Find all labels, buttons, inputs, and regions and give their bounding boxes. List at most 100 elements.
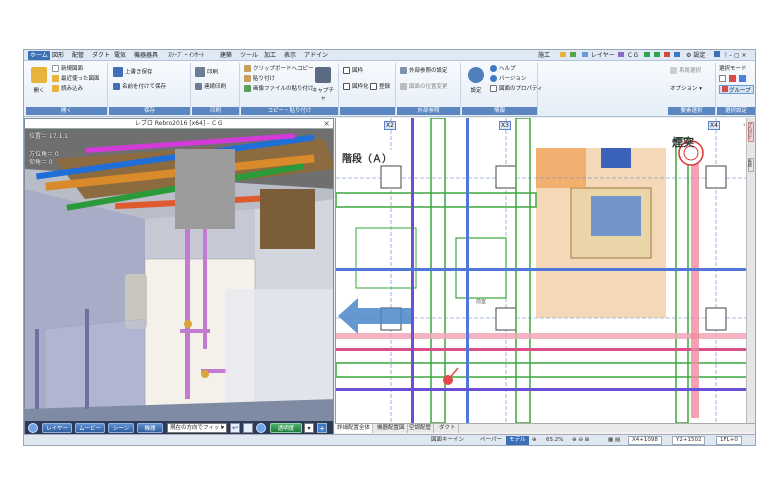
- paper-tab[interactable]: ペーパー: [480, 436, 502, 445]
- menu-architecture[interactable]: 建築: [218, 51, 234, 60]
- transparency-dropdown-icon[interactable]: ▾: [304, 423, 314, 433]
- sun-icon[interactable]: [256, 423, 266, 433]
- tab-hvac-piping[interactable]: 空調配管: [407, 424, 435, 433]
- layer-button[interactable]: レイヤー: [42, 423, 72, 433]
- viewer-menu-icon[interactable]: [28, 423, 38, 433]
- menu-home[interactable]: ホーム: [28, 51, 50, 60]
- viewer-title: レブロ Rebro2016 [x64] - ＣＧ ×: [25, 119, 333, 129]
- select-arrow-icon[interactable]: [719, 75, 726, 82]
- cg-3d-scene[interactable]: [25, 129, 334, 423]
- plan-drawing[interactable]: [336, 118, 748, 423]
- overwrite-save-button[interactable]: 上書き保存: [113, 67, 153, 77]
- settings-button[interactable]: 設定: [464, 65, 488, 101]
- batch-print-button[interactable]: 連続印刷: [195, 83, 226, 92]
- menu-piping[interactable]: 配管: [70, 51, 86, 60]
- model-tab[interactable]: モデル: [506, 436, 529, 445]
- ribbon-group-print: 印刷 連続印刷 印刷: [192, 63, 240, 115]
- version-button[interactable]: バージョン: [490, 75, 526, 84]
- tab-equipment-layout[interactable]: 機器配置図: [375, 424, 408, 433]
- menu-duct[interactable]: ダクト: [90, 51, 112, 60]
- tab-duct[interactable]: ダクト: [437, 424, 459, 433]
- frame-button[interactable]: 図枠: [343, 67, 363, 76]
- menu-tools[interactable]: ツール: [238, 51, 260, 60]
- grid-icon[interactable]: [243, 423, 253, 433]
- zoom-controls: ⊕ ⊖ ⊞: [572, 436, 589, 445]
- save-icon: [113, 67, 123, 77]
- viewer-toolbar: レイヤー ムービー シーン 機器 現在の方向でフィット ▾ ↩ 透明度 ▾ +: [25, 421, 333, 435]
- menu-processing[interactable]: 加工: [262, 51, 278, 60]
- open-button[interactable]: 開く: [27, 65, 51, 101]
- x-coordinate: X4+1098: [628, 436, 662, 445]
- zoom-icon[interactable]: ⊕: [532, 436, 537, 445]
- back-arrow-icon[interactable]: ↩: [230, 423, 240, 433]
- help-button[interactable]: ヘルプ: [490, 65, 516, 74]
- right-side-panel[interactable]: プロパティ 系統: [742, 118, 755, 423]
- cg-icon: [618, 52, 624, 57]
- zoom-in-icon[interactable]: ⊕: [572, 437, 577, 443]
- minimize-icon[interactable]: –: [729, 52, 732, 59]
- print-button[interactable]: 印刷: [195, 67, 218, 77]
- menu-shape[interactable]: 図形: [50, 51, 66, 60]
- equipment-button[interactable]: 機器: [137, 423, 163, 433]
- add-icon[interactable]: +: [317, 423, 327, 433]
- select-remove-icon[interactable]: [738, 75, 746, 82]
- external-reference-settings-button[interactable]: 外部参照の設定: [400, 67, 448, 76]
- viewer-close-icon[interactable]: ×: [323, 119, 330, 129]
- restore-icon[interactable]: ▢: [734, 52, 740, 59]
- zoom-out-icon[interactable]: ⊖: [578, 437, 583, 443]
- drawing-canvas[interactable]: X2 X3 X4 階段（Ａ） 煙突 前室: [335, 118, 748, 423]
- side-tab-system[interactable]: 系統: [748, 158, 754, 172]
- side-tab-properties[interactable]: プロパティ: [742, 122, 754, 142]
- tab-detail-layout[interactable]: 詳細配置全体: [335, 424, 374, 433]
- register-button[interactable]: 登録: [370, 83, 390, 92]
- change-position-button[interactable]: 図面の位置変更: [400, 83, 448, 92]
- menu-view[interactable]: 表示: [282, 51, 298, 60]
- make-frame-button[interactable]: 図枠化: [343, 83, 369, 92]
- ribbon: 開く 新規図面 最近使った図面 読み込み 開く 上書き保存 名前を付けて保存 保…: [24, 61, 755, 117]
- new-drawing-button[interactable]: 新規図面: [52, 65, 83, 74]
- capture-button[interactable]: キャプチャ: [311, 65, 335, 102]
- copy-to-clipboard-button[interactable]: クリップボードへコピー: [244, 65, 314, 74]
- movie-button[interactable]: ムービー: [75, 423, 105, 433]
- menu-cg[interactable]: ＣＧ: [616, 51, 641, 60]
- import-button[interactable]: 読み込み: [52, 85, 83, 94]
- select-mode-button[interactable]: 選択モード: [719, 65, 747, 74]
- paste-image-button[interactable]: 画像ファイルの貼り付け: [244, 85, 314, 94]
- menu-construction[interactable]: 施工: [536, 51, 552, 60]
- save-icon[interactable]: [714, 51, 720, 57]
- grid-snap-icon[interactable]: ▦: [608, 437, 613, 443]
- menu-icons-b[interactable]: [642, 51, 682, 60]
- grid-label-x3: X3: [499, 121, 511, 130]
- zoom-fit-icon[interactable]: ⊞: [585, 437, 590, 443]
- menu-icons-a[interactable]: [558, 51, 578, 60]
- group-label-open: 開く: [26, 107, 107, 115]
- close-icon[interactable]: ×: [742, 52, 747, 59]
- menu-sleeve[interactable]: ｽﾘｰﾌﾞ・ｲﾝｻｰﾄ: [166, 51, 206, 60]
- folder-icon: [560, 52, 566, 57]
- ribbon-group-info: 設定 ヘルプ バージョン 図面のプロパティ 情報: [462, 63, 543, 115]
- menu-layer[interactable]: レイヤー: [580, 51, 617, 60]
- select-mode-icons: [719, 75, 746, 84]
- cg-viewer-window[interactable]: レブロ Rebro2016 [x64] - ＣＧ × 位置＝ 17.1.1 方位…: [24, 118, 334, 436]
- save-as-button[interactable]: 名前を付けて保存: [113, 83, 166, 92]
- transparency-button[interactable]: 透明度: [270, 423, 302, 433]
- select-add-icon[interactable]: [728, 75, 736, 82]
- menu-equipment[interactable]: 機器器具: [132, 51, 160, 60]
- system-select-button[interactable]: 系統選択: [670, 67, 701, 76]
- drawing-properties-button[interactable]: 図面のプロパティ: [490, 85, 543, 94]
- paste-button[interactable]: 貼り付け: [244, 75, 275, 84]
- menu-settings[interactable]: ⚙ 設定: [684, 51, 707, 60]
- help-icon: [490, 65, 497, 72]
- menu-addin[interactable]: アドイン: [302, 51, 330, 60]
- group-label-print: 印刷: [192, 107, 239, 115]
- blue-icon: [673, 52, 680, 57]
- recent-drawings-button[interactable]: 最近使った図面: [52, 75, 100, 84]
- group-toggle-button[interactable]: グループ: [719, 85, 754, 94]
- menu-electric[interactable]: 電気: [112, 51, 128, 60]
- fit-mode-select[interactable]: 現在の方向でフィット ▾: [167, 423, 227, 433]
- scene-button[interactable]: シーン: [108, 423, 134, 433]
- ortho-icon[interactable]: ▤: [615, 437, 620, 443]
- option-button[interactable]: オプション ▾: [670, 85, 702, 94]
- zoom-level[interactable]: 65.2%: [546, 436, 563, 445]
- help-icon[interactable]: ?: [724, 52, 727, 59]
